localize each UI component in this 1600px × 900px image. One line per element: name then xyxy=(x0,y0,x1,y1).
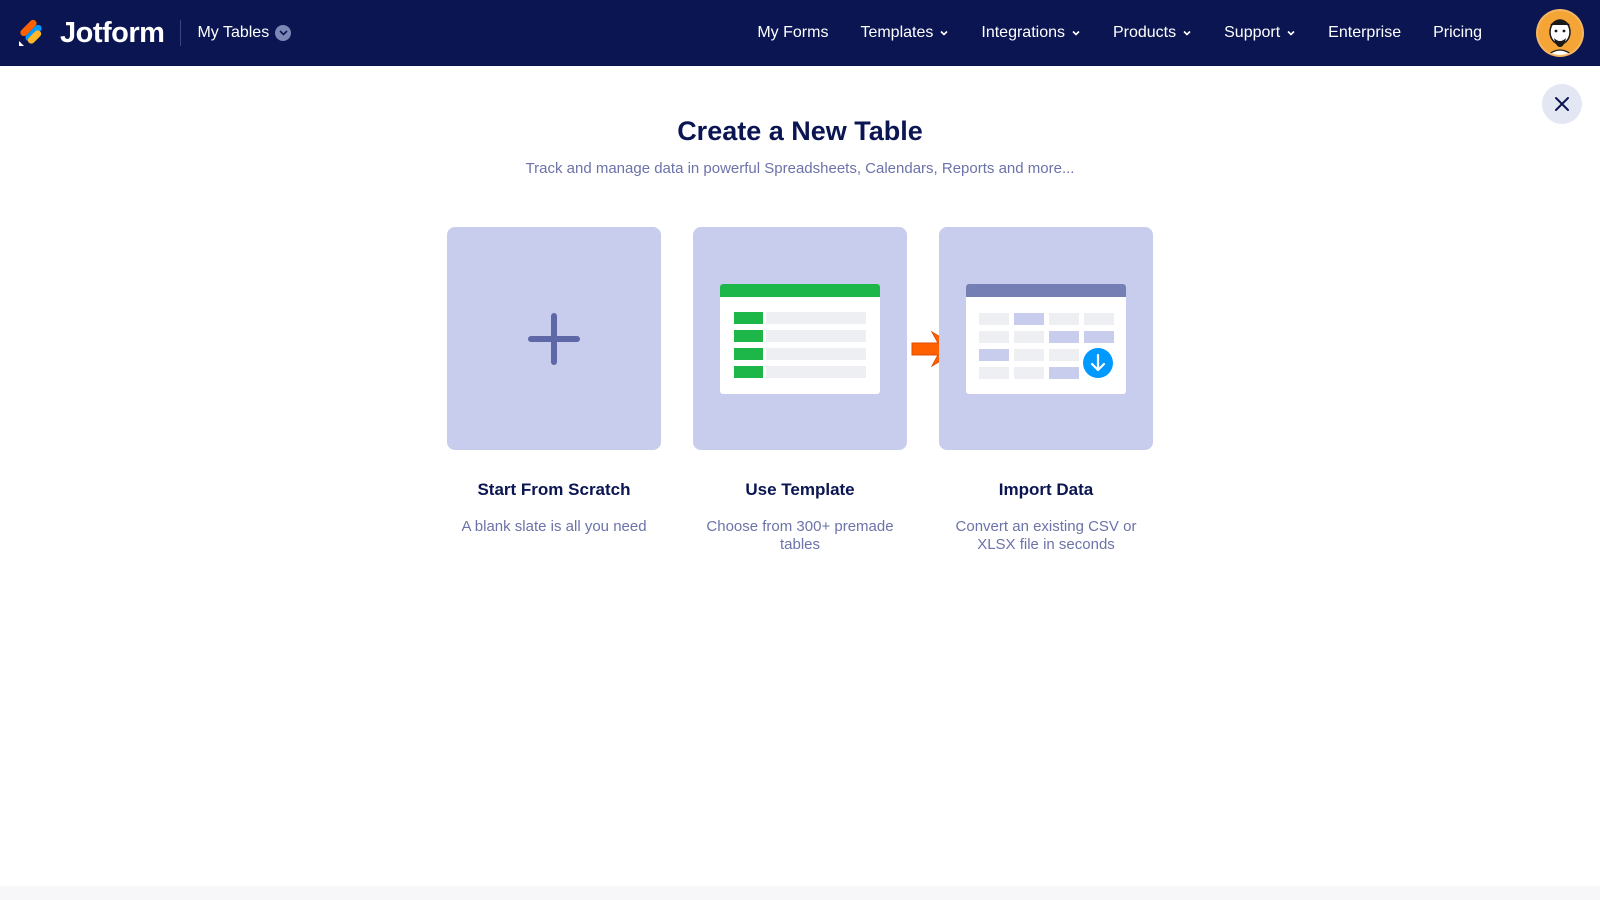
chevron-down-icon xyxy=(1182,28,1192,38)
chevron-down-icon xyxy=(1071,28,1081,38)
nav-label: Integrations xyxy=(981,24,1065,41)
section-label: My Tables xyxy=(197,24,270,41)
option-tile[interactable] xyxy=(693,227,907,450)
nav-support[interactable]: Support xyxy=(1224,24,1296,42)
template-table-icon xyxy=(720,284,880,394)
jotform-logo-icon xyxy=(18,19,42,47)
jotform-logo[interactable]: Jotform xyxy=(16,0,165,66)
main-nav: My Forms Templates Integrations Products… xyxy=(725,0,1482,66)
option-description: Choose from 300+ premade tables xyxy=(706,518,894,553)
nav-label: My Forms xyxy=(757,24,829,41)
chevron-down-icon xyxy=(275,25,292,41)
option-use-template[interactable]: Use Template Choose from 300+ premade ta… xyxy=(693,227,907,554)
brand-name: Jotform xyxy=(60,16,165,49)
nav-pricing[interactable]: Pricing xyxy=(1433,24,1482,42)
header-divider xyxy=(180,20,182,46)
nav-templates[interactable]: Templates xyxy=(860,24,949,42)
option-tile[interactable] xyxy=(447,227,661,450)
option-tile[interactable] xyxy=(939,227,1153,450)
option-title: Start From Scratch xyxy=(477,480,631,499)
nav-label: Support xyxy=(1224,24,1281,41)
option-description: A blank slate is all you need xyxy=(461,518,647,535)
user-avatar[interactable] xyxy=(1536,9,1584,57)
nav-label: Templates xyxy=(860,24,934,41)
nav-my-forms[interactable]: My Forms xyxy=(757,24,828,42)
page-subtitle: Track and manage data in powerful Spread… xyxy=(525,160,1075,177)
option-start-from-scratch[interactable]: Start From Scratch A blank slate is all … xyxy=(447,227,661,536)
page-bottom-strip xyxy=(0,886,1600,900)
nav-integrations[interactable]: Integrations xyxy=(981,24,1081,42)
option-import-data[interactable]: Import Data Convert an existing CSV or X… xyxy=(939,227,1153,554)
nav-products[interactable]: Products xyxy=(1113,24,1192,42)
nav-enterprise[interactable]: Enterprise xyxy=(1328,24,1401,42)
nav-label: Enterprise xyxy=(1328,24,1402,41)
avatar-illustration-icon xyxy=(1538,11,1582,55)
option-description: Convert an existing CSV or XLSX file in … xyxy=(955,518,1137,553)
plus-icon xyxy=(528,313,580,365)
nav-label: Products xyxy=(1112,24,1177,41)
option-title: Import Data xyxy=(998,480,1094,499)
my-tables-dropdown[interactable]: My Tables xyxy=(197,24,292,42)
close-icon xyxy=(1555,97,1569,111)
top-navigation-bar: Jotform My Tables My Forms Templates Int… xyxy=(0,0,1600,66)
nav-label: Pricing xyxy=(1433,24,1482,41)
option-title: Use Template xyxy=(745,480,855,499)
chevron-down-icon xyxy=(1286,28,1296,38)
chevron-down-icon xyxy=(939,28,949,38)
page-title: Create a New Table xyxy=(677,116,923,146)
import-table-icon xyxy=(966,284,1126,394)
